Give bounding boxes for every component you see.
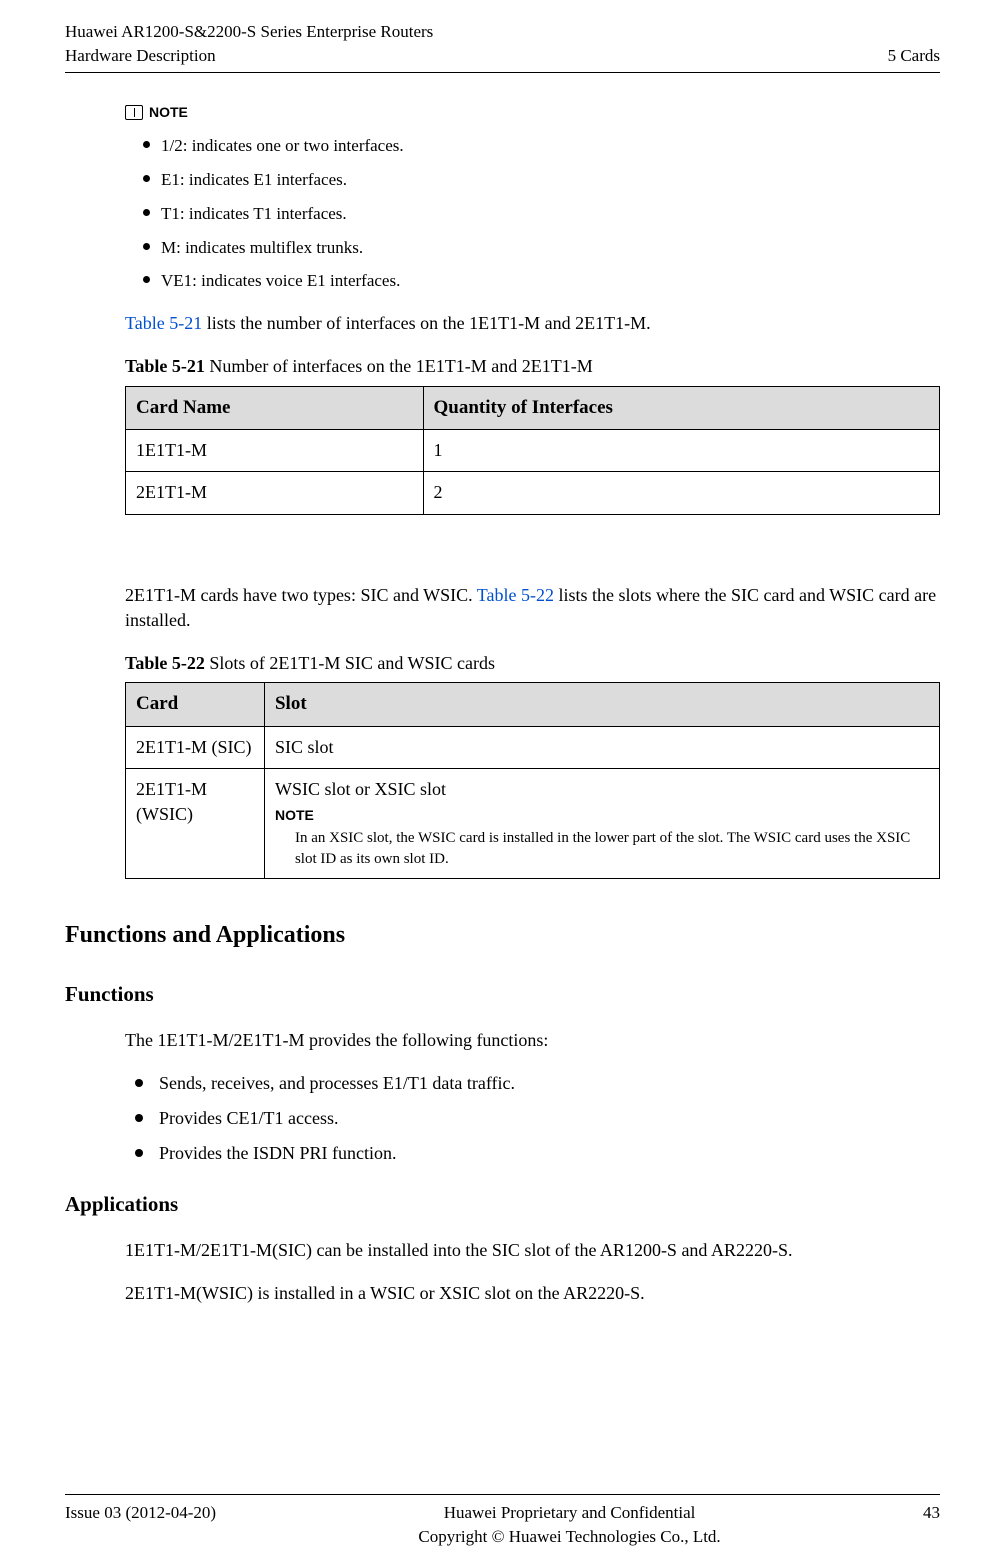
footer-copyright: Copyright © Huawei Technologies Co., Ltd…: [216, 1525, 923, 1549]
footer-issue: Issue 03 (2012-04-20): [65, 1501, 216, 1525]
note-item: VE1: indicates voice E1 interfaces.: [143, 269, 940, 293]
applications-p1: 1E1T1-M/2E1T1-M(SIC) can be installed in…: [125, 1238, 940, 1263]
subsection-functions: Functions: [65, 980, 940, 1009]
cell-qty: 2: [423, 472, 939, 514]
list-item: Provides CE1/T1 access.: [125, 1106, 940, 1131]
paragraph-text: 2E1T1-M cards have two types: SIC and WS…: [125, 585, 477, 605]
table-21: Card Name Quantity of Interfaces 1E1T1-M…: [125, 386, 940, 515]
footer-center: Huawei Proprietary and Confidential Copy…: [216, 1501, 923, 1549]
note-block: NOTE 1/2: indicates one or two interface…: [125, 103, 940, 294]
col-slot: Slot: [264, 683, 939, 727]
cell-note-text: In an XSIC slot, the WSIC card is instal…: [275, 828, 929, 870]
table-22-caption: Table 5-22 Slots of 2E1T1-M SIC and WSIC…: [125, 651, 940, 676]
note-icon: [125, 105, 143, 120]
paragraph-text: lists the number of interfaces on the 1E…: [202, 313, 650, 333]
slot-text: WSIC slot or XSIC slot: [275, 779, 446, 799]
table-ref-link[interactable]: Table 5-22: [477, 585, 554, 605]
table-22: Card Slot 2E1T1-M (SIC) SIC slot 2E1T1-M…: [125, 682, 940, 879]
table-header-row: Card Slot: [126, 683, 940, 727]
table-ref-link[interactable]: Table 5-21: [125, 313, 202, 333]
note-item: E1: indicates E1 interfaces.: [143, 168, 940, 192]
list-item: Sends, receives, and processes E1/T1 dat…: [125, 1071, 940, 1096]
table-row: 1E1T1-M 1: [126, 430, 940, 472]
caption-bold: Table 5-21: [125, 356, 205, 376]
cell-qty: 1: [423, 430, 939, 472]
note-item: T1: indicates T1 interfaces.: [143, 202, 940, 226]
page-header: Huawei AR1200-S&2200-S Series Enterprise…: [65, 20, 940, 73]
table-row: 2E1T1-M (WSIC) WSIC slot or XSIC slot NO…: [126, 768, 940, 878]
list-item: Provides the ISDN PRI function.: [125, 1141, 940, 1166]
cell-slot: WSIC slot or XSIC slot NOTE In an XSIC s…: [264, 768, 939, 878]
note-item: 1/2: indicates one or two interfaces.: [143, 134, 940, 158]
caption-text: Slots of 2E1T1-M SIC and WSIC cards: [205, 653, 495, 673]
table-row: 2E1T1-M 2: [126, 472, 940, 514]
cell-card-name: 2E1T1-M: [126, 472, 424, 514]
caption-bold: Table 5-22: [125, 653, 205, 673]
paragraph: Table 5-21 lists the number of interface…: [125, 311, 940, 336]
cell-slot: SIC slot: [264, 726, 939, 768]
cell-card: 2E1T1-M (SIC): [126, 726, 265, 768]
footer-confidential: Huawei Proprietary and Confidential: [216, 1501, 923, 1525]
section-functions-applications: Functions and Applications: [65, 919, 940, 953]
subsection-applications: Applications: [65, 1190, 940, 1219]
doc-title-line2: Hardware Description: [65, 44, 433, 68]
applications-p2: 2E1T1-M(WSIC) is installed in a WSIC or …: [125, 1281, 940, 1306]
note-list: 1/2: indicates one or two interfaces. E1…: [125, 134, 940, 293]
col-card-name: Card Name: [126, 386, 424, 430]
header-right: 5 Cards: [888, 20, 940, 68]
page-footer: Issue 03 (2012-04-20) Huawei Proprietary…: [65, 1494, 940, 1549]
note-label: NOTE: [149, 103, 188, 123]
paragraph: 2E1T1-M cards have two types: SIC and WS…: [125, 583, 940, 633]
table-row: 2E1T1-M (SIC) SIC slot: [126, 726, 940, 768]
cell-note-label: NOTE: [275, 806, 929, 826]
caption-text: Number of interfaces on the 1E1T1-M and …: [205, 356, 593, 376]
note-header: NOTE: [125, 103, 940, 123]
functions-list: Sends, receives, and processes E1/T1 dat…: [125, 1071, 940, 1167]
header-left: Huawei AR1200-S&2200-S Series Enterprise…: [65, 20, 433, 68]
footer-page-number: 43: [923, 1501, 940, 1525]
functions-intro: The 1E1T1-M/2E1T1-M provides the followi…: [125, 1028, 940, 1053]
table-21-caption: Table 5-21 Number of interfaces on the 1…: [125, 354, 940, 379]
table-header-row: Card Name Quantity of Interfaces: [126, 386, 940, 430]
col-qty-interfaces: Quantity of Interfaces: [423, 386, 939, 430]
cell-card-name: 1E1T1-M: [126, 430, 424, 472]
cell-card: 2E1T1-M (WSIC): [126, 768, 265, 878]
note-item: M: indicates multiflex trunks.: [143, 236, 940, 260]
doc-title-line1: Huawei AR1200-S&2200-S Series Enterprise…: [65, 20, 433, 44]
chapter-label: 5 Cards: [888, 44, 940, 68]
col-card: Card: [126, 683, 265, 727]
